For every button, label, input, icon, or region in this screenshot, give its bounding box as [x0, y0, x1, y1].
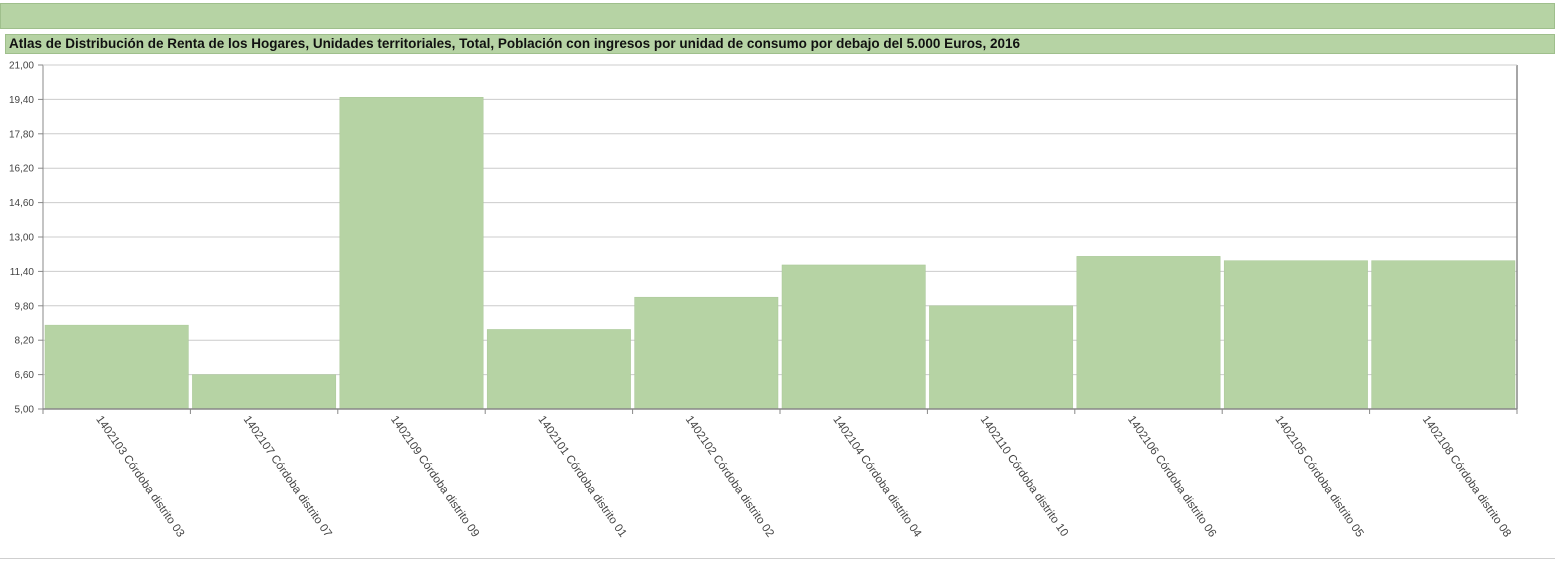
y-tick-label: 17,80 — [9, 129, 34, 140]
y-tick-label: 21,00 — [9, 61, 34, 72]
x-tick-label: 1402104 Córdoba distrito 04 — [830, 414, 923, 540]
y-tick-label: 6,60 — [15, 370, 35, 381]
y-tick-label: 19,40 — [9, 95, 34, 106]
bar[interactable] — [1076, 256, 1221, 410]
x-tick-label: 1402103 Córdoba distrito 03 — [93, 414, 186, 540]
bar[interactable] — [929, 305, 1074, 410]
bar[interactable] — [781, 264, 926, 410]
bar-chart: 5,00 6,60 8,20 9,80 11,40 13,00 14,60 16,20 17,8… — [9, 61, 1518, 540]
y-tick-label: 5,00 — [15, 405, 35, 416]
y-tick-label: 8,20 — [15, 336, 35, 347]
y-tick-label: 13,00 — [9, 233, 34, 244]
bar[interactable] — [1371, 260, 1516, 410]
bar[interactable] — [1223, 260, 1368, 410]
bars — [44, 97, 1516, 410]
bar[interactable] — [634, 296, 779, 410]
y-tick-label: 9,80 — [15, 301, 35, 312]
bar[interactable] — [339, 97, 484, 410]
x-tick-label: 1402106 Córdoba distrito 06 — [1125, 414, 1218, 540]
bar[interactable] — [486, 329, 631, 410]
x-tick-label: 1402109 Córdoba distrito 09 — [388, 414, 481, 540]
bottom-divider — [0, 558, 1555, 559]
x-tick-label: 1402108 Córdoba distrito 08 — [1420, 414, 1513, 540]
x-tick-label: 1402110 Córdoba distrito 10 — [978, 414, 1071, 539]
y-tick-labels: 5,00 6,60 8,20 9,80 11,40 13,00 14,60 16,20 17,8… — [9, 61, 34, 416]
x-tick-label: 1402101 Córdoba distrito 01 — [535, 414, 628, 540]
bar[interactable] — [192, 374, 337, 410]
x-tick-label: 1402102 Córdoba distrito 02 — [683, 414, 776, 540]
y-tick-label: 16,20 — [9, 164, 34, 175]
y-tick-label: 11,40 — [10, 267, 35, 278]
x-tick-labels: 1402103 Córdoba distrito 03 1402107 Córdo… — [93, 414, 1513, 540]
x-tick-label: 1402105 Córdoba distrito 05 — [1272, 414, 1365, 540]
y-tick-label: 14,60 — [9, 198, 34, 209]
bar[interactable] — [44, 324, 189, 410]
x-tick-label: 1402107 Córdoba distrito 07 — [241, 414, 334, 540]
